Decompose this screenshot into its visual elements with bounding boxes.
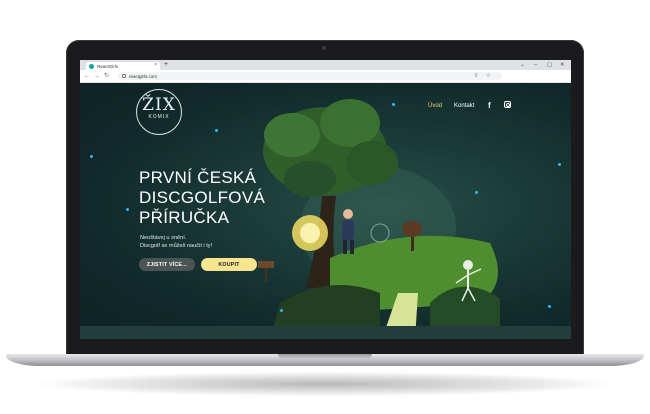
player-leg <box>350 240 354 254</box>
skeleton-head <box>463 260 473 270</box>
hero-subtitle: Neoštávej u snění. Discgolf se můžeš nau… <box>140 234 212 250</box>
reload-button[interactable]: ↻ <box>104 71 109 81</box>
hero-subtitle-line: Discgolf se můžeš naučit i ty! <box>140 243 213 249</box>
decor-dot <box>280 309 283 312</box>
website-hero: ŽIX KOMIX Úvod Kontakt f PRVNÍ ČESKÁ DIS… <box>80 83 571 339</box>
browser-window: ReactGirls × + ⌄ – ▢ ✕ ← → ↻ reactgirls.… <box>80 60 571 339</box>
tab-search-icon[interactable]: ⌄ <box>520 61 525 69</box>
small-tree-crown <box>402 221 422 237</box>
hero-title-line: PRVNÍ ČESKÁ <box>139 168 257 187</box>
bookmark-star-icon[interactable]: ☆ <box>486 72 491 80</box>
tree-leaf-cluster <box>346 141 398 185</box>
laptop-notch <box>278 354 372 359</box>
decor-dot <box>90 155 93 158</box>
browser-tab[interactable]: ReactGirls × <box>86 62 160 70</box>
tab-title: ReactGirls <box>97 63 119 69</box>
hero-subtitle-line: Neoštávej u snění. <box>140 235 187 241</box>
lock-icon <box>122 74 126 78</box>
forward-button[interactable]: → <box>94 71 100 81</box>
player-leg <box>343 240 347 254</box>
decor-dot <box>558 163 561 166</box>
minimize-button[interactable]: – <box>534 61 537 69</box>
laptop-shadow <box>40 372 610 396</box>
facebook-icon[interactable]: f <box>488 101 491 110</box>
new-tab-button[interactable]: + <box>164 61 168 69</box>
tree-leaf-cluster <box>320 99 380 147</box>
decor-dot <box>215 129 218 132</box>
buy-button[interactable]: KOUPIT <box>201 258 257 271</box>
section-divider <box>80 326 571 339</box>
favicon-icon <box>89 63 94 69</box>
tree-leaf-cluster <box>264 113 320 157</box>
maximize-button[interactable]: ▢ <box>547 61 552 69</box>
decor-dot <box>392 103 395 106</box>
url-text: reactgirls.com <box>129 73 158 79</box>
hero-title: PRVNÍ ČESKÁ DISCGOLFOVÁ PŘÍRUČKA <box>139 168 309 228</box>
close-window-button[interactable]: ✕ <box>560 61 565 69</box>
hero-title-line: PŘÍRUČKA <box>139 208 230 227</box>
webcam <box>322 46 326 50</box>
site-logo[interactable]: ŽIX KOMIX <box>136 89 182 135</box>
signpost-pole <box>265 268 267 282</box>
tab-close-icon[interactable]: × <box>154 62 157 68</box>
player-body <box>342 220 354 240</box>
share-icon[interactable]: ⇪ <box>474 72 479 80</box>
logo-subtext: KOMIX <box>148 114 170 120</box>
instagram-icon[interactable] <box>504 101 511 108</box>
hero-title-line: DISCGOLFOVÁ <box>139 188 266 207</box>
decor-dot <box>548 305 551 308</box>
decor-dot <box>475 191 478 194</box>
logo-text: ŽIX <box>142 95 176 115</box>
back-button[interactable]: ← <box>84 71 90 81</box>
browser-toolbar: ← → ↻ reactgirls.com ⇪ ☆ <box>80 70 571 83</box>
player-head <box>343 209 353 219</box>
learn-more-button[interactable]: ZJISTIT VÍCE... <box>139 258 195 271</box>
nav-link-kontakt[interactable]: Kontakt <box>454 102 474 110</box>
tab-bar: ReactGirls × + ⌄ – ▢ ✕ <box>80 60 571 70</box>
signpost <box>258 261 274 268</box>
decor-dot <box>126 208 129 211</box>
address-bar[interactable]: reactgirls.com ⇪ ☆ <box>118 72 502 80</box>
nav-link-uvod[interactable]: Úvod <box>428 102 442 110</box>
